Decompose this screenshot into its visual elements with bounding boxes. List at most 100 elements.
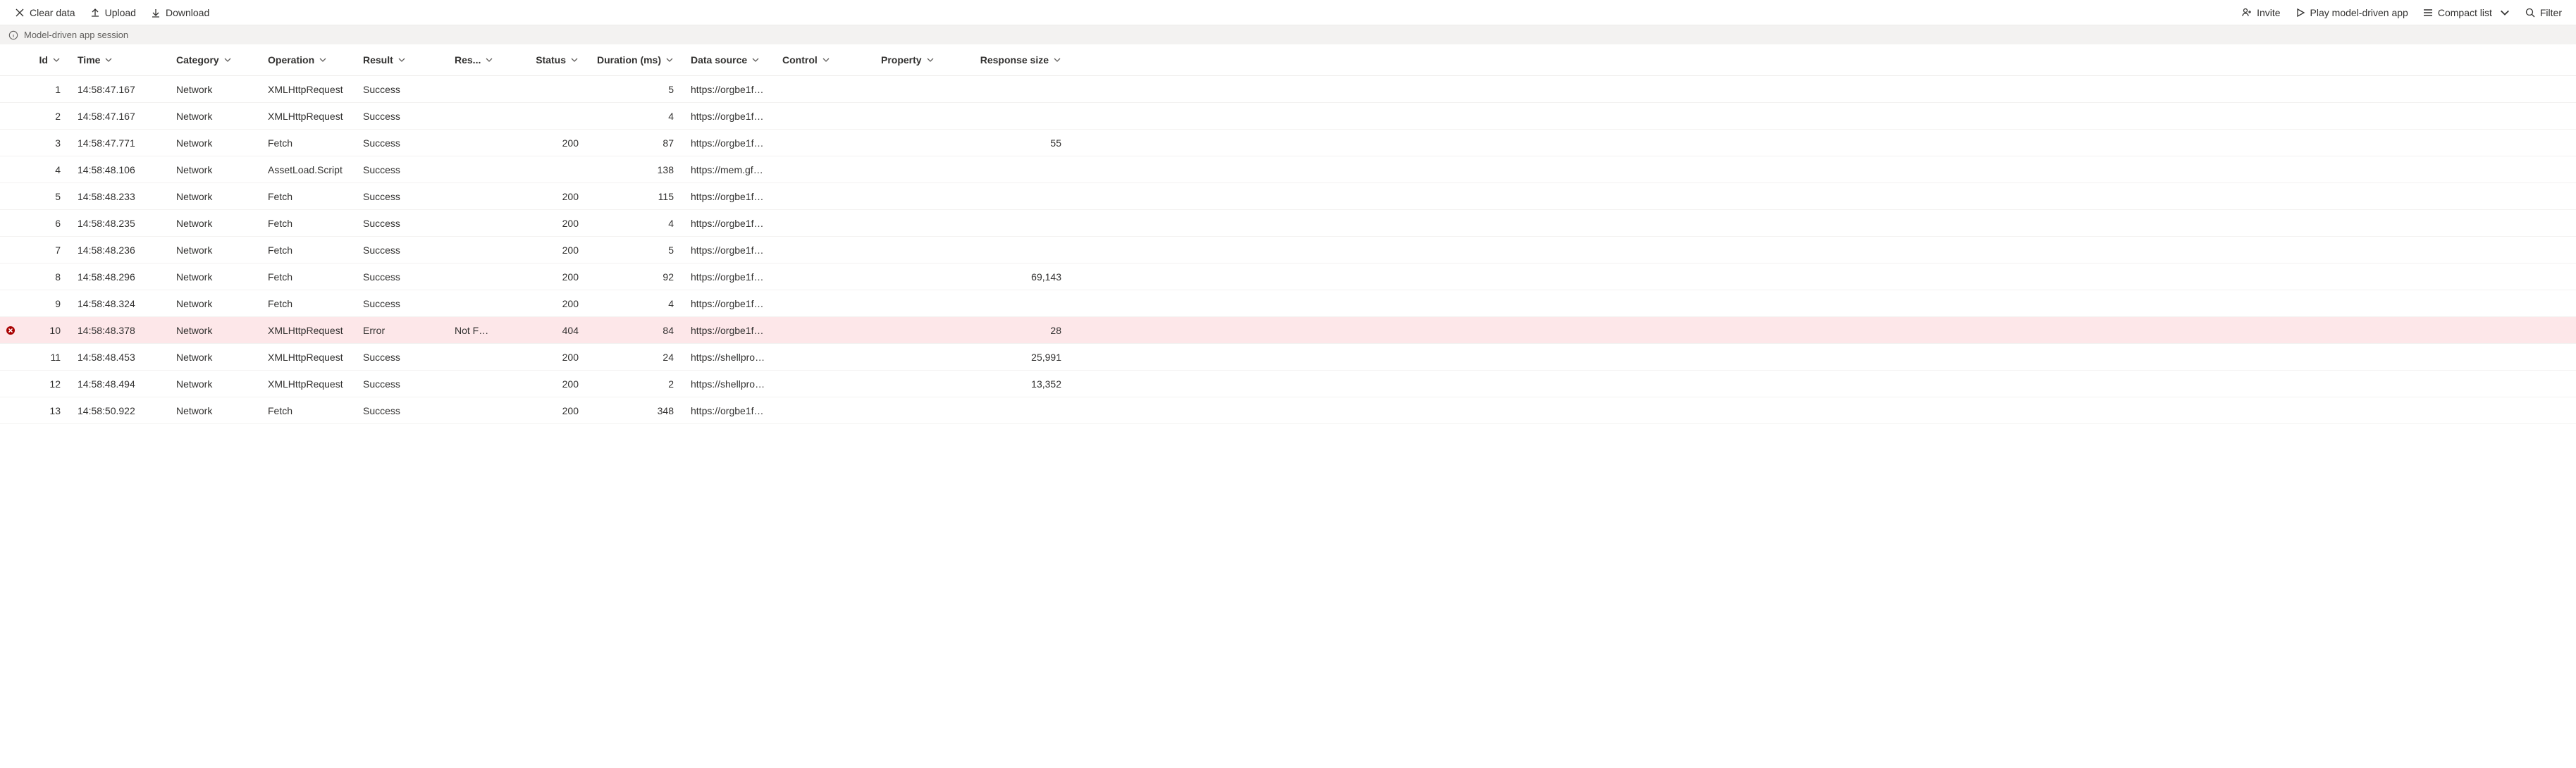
- cell-time: 14:58:47.167: [69, 84, 168, 95]
- download-button[interactable]: Download: [144, 4, 215, 21]
- cell-operation: XMLHttpRequest: [259, 378, 355, 390]
- cell-status: 200: [503, 137, 587, 149]
- filter-button[interactable]: Filter: [2519, 4, 2568, 21]
- table-row[interactable]: 214:58:47.167NetworkXMLHttpRequestSucces…: [0, 103, 2576, 130]
- cell-status: 200: [503, 271, 587, 283]
- cell-result: Success: [355, 84, 446, 95]
- cell-response: 13,352: [971, 378, 1070, 390]
- cell-duration: 87: [587, 137, 682, 149]
- cell-id: 4: [20, 164, 69, 175]
- col-header-property[interactable]: Property: [873, 54, 971, 66]
- chevron-down-icon: [822, 56, 830, 64]
- table-row[interactable]: 1014:58:48.378NetworkXMLHttpRequestError…: [0, 317, 2576, 344]
- col-header-duration[interactable]: Duration (ms): [587, 54, 682, 66]
- table-row[interactable]: 114:58:47.167NetworkXMLHttpRequestSucces…: [0, 76, 2576, 103]
- filter-icon: [2525, 7, 2536, 18]
- chevron-down-icon: [223, 56, 232, 64]
- table-row[interactable]: 414:58:48.106NetworkAssetLoad.ScriptSucc…: [0, 156, 2576, 183]
- table-row[interactable]: 814:58:48.296NetworkFetchSuccess20092htt…: [0, 264, 2576, 290]
- chevron-down-icon: [2499, 7, 2510, 18]
- chevron-down-icon: [1053, 56, 1061, 64]
- cell-datasource: https://orgbe1fed...: [682, 111, 774, 122]
- chevron-down-icon: [485, 56, 493, 64]
- cell-time: 14:58:47.771: [69, 137, 168, 149]
- col-header-time[interactable]: Time: [69, 54, 168, 66]
- session-label: Model-driven app session: [24, 30, 128, 40]
- col-header-id[interactable]: Id: [20, 54, 69, 66]
- toolbar: Clear data Upload Download Invite Play m…: [0, 0, 2576, 25]
- table-row[interactable]: 1314:58:50.922NetworkFetchSuccess200348h…: [0, 397, 2576, 424]
- cell-id: 7: [20, 244, 69, 256]
- close-icon: [14, 7, 25, 18]
- table-row[interactable]: 1114:58:48.453NetworkXMLHttpRequestSucce…: [0, 344, 2576, 371]
- col-header-time-label: Time: [78, 54, 100, 66]
- cell-time: 14:58:47.167: [69, 111, 168, 122]
- table-row[interactable]: 514:58:48.233NetworkFetchSuccess200115ht…: [0, 183, 2576, 210]
- cell-duration: 5: [587, 84, 682, 95]
- cell-time: 14:58:50.922: [69, 405, 168, 416]
- cell-status: 200: [503, 191, 587, 202]
- col-header-result[interactable]: Result: [355, 54, 446, 66]
- cell-response: 69,143: [971, 271, 1070, 283]
- cell-category: Network: [168, 84, 259, 95]
- col-header-response-label: Response size: [980, 54, 1049, 66]
- table-container: Id Time Category Operation Result Res...…: [0, 44, 2576, 424]
- cell-operation: Fetch: [259, 218, 355, 229]
- cell-result: Success: [355, 191, 446, 202]
- cell-status: 200: [503, 352, 587, 363]
- table-row[interactable]: 314:58:47.771NetworkFetchSuccess20087htt…: [0, 130, 2576, 156]
- cell-datasource: https://orgbe1fed...: [682, 298, 774, 309]
- col-header-operation[interactable]: Operation: [259, 54, 355, 66]
- toolbar-left: Clear data Upload Download: [8, 4, 215, 21]
- cell-operation: Fetch: [259, 191, 355, 202]
- col-header-category[interactable]: Category: [168, 54, 259, 66]
- invite-icon: [2241, 7, 2253, 18]
- table-row[interactable]: 614:58:48.235NetworkFetchSuccess2004http…: [0, 210, 2576, 237]
- cell-datasource: https://orgbe1fed...: [682, 271, 774, 283]
- cell-category: Network: [168, 164, 259, 175]
- cell-id: 1: [20, 84, 69, 95]
- info-icon: [8, 30, 18, 40]
- cell-id: 5: [20, 191, 69, 202]
- cell-id: 2: [20, 111, 69, 122]
- cell-category: Network: [168, 378, 259, 390]
- upload-button[interactable]: Upload: [84, 4, 142, 21]
- col-header-res[interactable]: Res...: [446, 54, 503, 66]
- cell-id: 11: [20, 352, 69, 363]
- table-row[interactable]: 714:58:48.236NetworkFetchSuccess2005http…: [0, 237, 2576, 264]
- cell-id: 13: [20, 405, 69, 416]
- cell-result: Success: [355, 244, 446, 256]
- cell-datasource: https://orgbe1fed...: [682, 405, 774, 416]
- cell-category: Network: [168, 271, 259, 283]
- chevron-down-icon: [665, 56, 674, 64]
- invite-label: Invite: [2257, 7, 2280, 18]
- play-button[interactable]: Play model-driven app: [2289, 4, 2414, 21]
- col-header-res-label: Res...: [455, 54, 481, 66]
- compact-list-button[interactable]: Compact list: [2417, 4, 2516, 21]
- compact-list-label: Compact list: [2438, 7, 2492, 18]
- col-header-control[interactable]: Control: [774, 54, 873, 66]
- table-row[interactable]: 914:58:48.324NetworkFetchSuccess2004http…: [0, 290, 2576, 317]
- cell-operation: XMLHttpRequest: [259, 111, 355, 122]
- cell-category: Network: [168, 218, 259, 229]
- download-icon: [150, 7, 161, 18]
- invite-button[interactable]: Invite: [2236, 4, 2286, 21]
- cell-result: Error: [355, 325, 446, 336]
- cell-status: 200: [503, 218, 587, 229]
- cell-res: Not Fou...: [446, 325, 503, 336]
- cell-response: 28: [971, 325, 1070, 336]
- table-row[interactable]: 1214:58:48.494NetworkXMLHttpRequestSucce…: [0, 371, 2576, 397]
- error-icon: [6, 326, 16, 335]
- clear-data-button[interactable]: Clear data: [8, 4, 81, 21]
- cell-category: Network: [168, 111, 259, 122]
- cell-result: Success: [355, 137, 446, 149]
- cell-result: Success: [355, 164, 446, 175]
- col-header-id-label: Id: [39, 54, 48, 66]
- col-header-status[interactable]: Status: [503, 54, 587, 66]
- col-header-datasource[interactable]: Data source: [682, 54, 774, 66]
- cell-operation: XMLHttpRequest: [259, 325, 355, 336]
- cell-category: Network: [168, 244, 259, 256]
- col-header-response[interactable]: Response size: [971, 54, 1070, 66]
- cell-duration: 92: [587, 271, 682, 283]
- chevron-down-icon: [398, 56, 406, 64]
